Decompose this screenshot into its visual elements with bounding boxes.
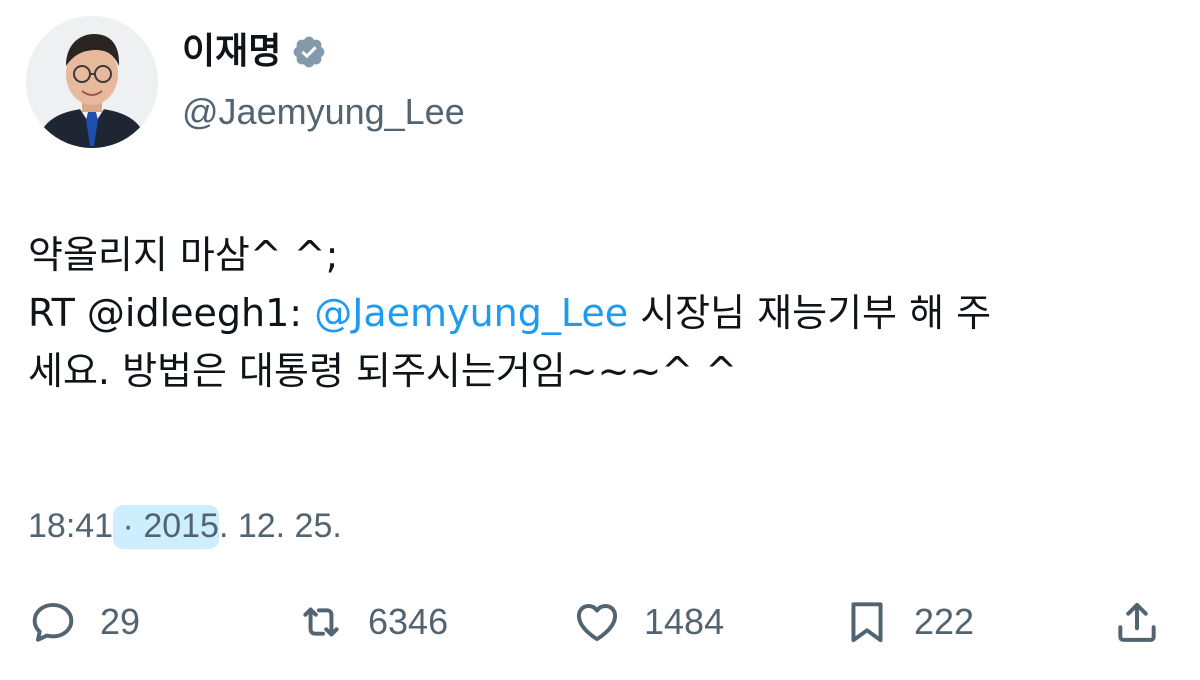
tweet-line-3: 세요. 방법은 대통령 되주시는거임~~~^ ^	[28, 349, 738, 393]
tweet-line-2-rest: 시장님 재능기부 해 주	[628, 291, 992, 335]
rt-prefix: RT @idleegh1:	[28, 291, 315, 335]
retweet-icon	[303, 607, 339, 637]
tweet-line-2: RT @idleegh1: @Jaemyung_Lee 시장님 재능기부 해 주	[28, 284, 1178, 342]
timestamp-time: 18:41	[28, 507, 114, 545]
bookmark-icon	[851, 602, 883, 643]
timestamp-date-rest: . 12. 25.	[218, 507, 342, 545]
reply-icon	[32, 602, 74, 642]
reply-button[interactable]: 29	[28, 592, 140, 652]
display-name[interactable]: 이재명	[182, 30, 281, 74]
reply-count: 29	[100, 601, 141, 642]
like-count: 1484	[644, 601, 725, 642]
timestamp-year: 2015	[143, 507, 219, 545]
text-selection-highlight: · 2015	[113, 505, 219, 549]
profile-photo	[26, 16, 158, 148]
retweet-count: 6346	[368, 601, 449, 642]
tweet-text: 약올리지 마삼^ ^; RT @idleegh1: @Jaemyung_Lee …	[28, 226, 1178, 400]
share-button[interactable]	[1112, 592, 1162, 652]
action-bar: 29 6346 1484 222	[0, 592, 1200, 652]
bookmark-count: 222	[914, 601, 975, 642]
tweet-card: 이재명 @Jaemyung_Lee 약올리지 마삼^ ^; RT @idleeg…	[0, 0, 1200, 680]
display-name-row[interactable]: 이재명	[182, 30, 327, 74]
timestamp-separator: ·	[113, 507, 144, 545]
tweet-timestamp[interactable]: 18:41 · 2015. 12. 25.	[28, 502, 342, 550]
avatar[interactable]	[26, 16, 158, 148]
verified-badge-icon	[291, 34, 327, 70]
share-icon	[1118, 602, 1156, 642]
retweet-button[interactable]: 6346	[296, 592, 448, 652]
like-button[interactable]: 1484	[572, 592, 724, 652]
tweet-line-1: 약올리지 마삼^ ^;	[28, 233, 339, 277]
user-handle[interactable]: @Jaemyung_Lee	[182, 90, 465, 134]
heart-icon	[576, 603, 618, 642]
bookmark-button[interactable]: 222	[842, 592, 974, 652]
mention-link[interactable]: @Jaemyung_Lee	[314, 291, 628, 335]
